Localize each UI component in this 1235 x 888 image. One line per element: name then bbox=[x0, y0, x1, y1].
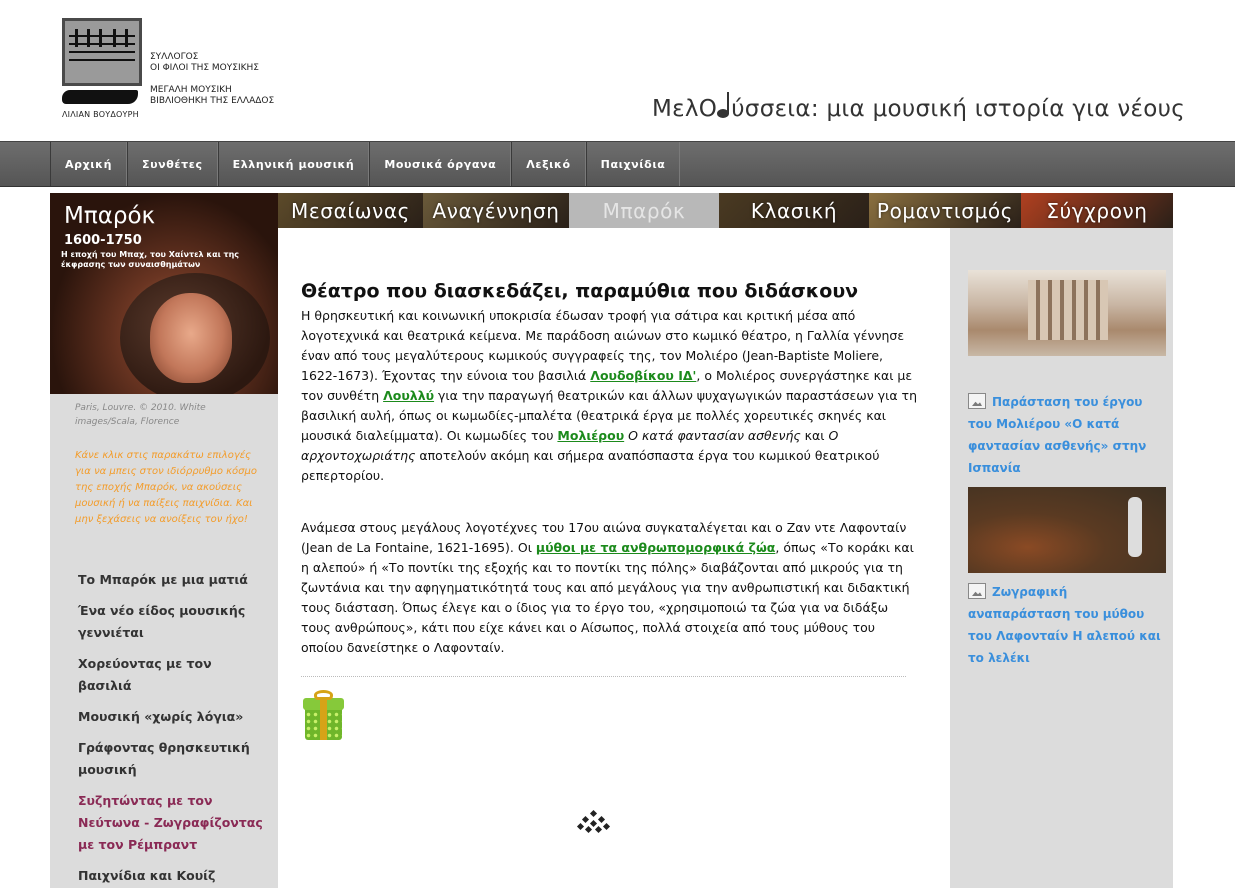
caption-theatre[interactable]: Παράσταση του έργου του Μολιέρου «Ο κατά… bbox=[968, 391, 1168, 479]
logo-name: ΛΙΛΙΑΝ ΒΟΥΔΟΥΡΗ bbox=[62, 110, 139, 119]
tab-classical[interactable]: Κλασική bbox=[719, 193, 869, 228]
left-sidebar: Μπαρόκ 1600-1750 Η εποχή του Μπαχ, του Χ… bbox=[50, 193, 278, 888]
logo-image bbox=[62, 18, 142, 86]
era-tabs: Μεσαίωνας Αναγέννηση Μπαρόκ Κλασική Ρομα… bbox=[278, 193, 1173, 228]
promo-text: Κάνε κλικ στις παρακάτω επιλογές για να … bbox=[75, 450, 257, 525]
p1-text-5: και bbox=[800, 428, 829, 443]
paragraph-2: Ανάμεσα στους μεγάλους λογοτέχνες του 17… bbox=[301, 518, 919, 658]
image-icon bbox=[968, 583, 986, 599]
site-title-start: ΜελΟ bbox=[652, 96, 718, 122]
menu-item-sacred-music[interactable]: Γράφοντας θρησκευτική μουσική bbox=[78, 737, 268, 781]
tab-romanticism[interactable]: Ρομαντισμός bbox=[869, 193, 1021, 228]
gift-icon[interactable] bbox=[303, 690, 344, 742]
tab-contemporary[interactable]: Σύγχρονη bbox=[1021, 193, 1173, 228]
content-divider bbox=[301, 676, 906, 677]
paragraph-1: Η θρησκευτική και κοινωνική υποκρισία έδ… bbox=[301, 306, 919, 486]
org-line-3: ΜΕΓΑΛΗ ΜΟΥΣΙΚΗ bbox=[150, 85, 232, 95]
nav-item-dictionary[interactable]: Λεξικό bbox=[511, 142, 586, 186]
tab-baroque-label: Μπαρόκ bbox=[602, 198, 686, 223]
theatre-performance-image[interactable] bbox=[968, 270, 1166, 356]
site-logo[interactable]: ΛΙΛΙΑΝ ΒΟΥΔΟΥΡΗ bbox=[62, 18, 144, 119]
loading-icon bbox=[576, 809, 611, 834]
image-credit: Paris, Louvre. © 2010. White images/Scal… bbox=[75, 403, 206, 427]
article-title: Θέατρο που διασκεδάζει, παραμύθια που δι… bbox=[301, 280, 859, 302]
link-fables[interactable]: μύθοι με τα ανθρωπομορφικά ζώα bbox=[536, 540, 775, 555]
site-header: ΛΙΛΙΑΝ ΒΟΥΔΟΥΡΗ ΣΥΛΛΟΓΟΣ ΟΙ ΦΙΛΟΙ ΤΗΣ ΜΟ… bbox=[0, 0, 1235, 140]
logo-brushstroke bbox=[62, 90, 138, 104]
period-banner: Μπαρόκ 1600-1750 Η εποχή του Μπαχ, του Χ… bbox=[50, 193, 278, 394]
nav-item-composers[interactable]: Συνθέτες bbox=[127, 142, 218, 186]
link-louis-xiv[interactable]: Λουδοβίκου ΙΔ' bbox=[590, 368, 696, 383]
org-line-4: ΒΙΒΛΙΟΘΗΚΗ ΤΗΣ ΕΛΛΑΔΟΣ bbox=[150, 96, 275, 106]
image-icon bbox=[968, 393, 986, 409]
menu-item-games-quiz[interactable]: Παιχνίδια και Κουίζ bbox=[78, 865, 268, 887]
portrait-face bbox=[150, 293, 232, 383]
menu-item-newton-rembrandt[interactable]: Συζητώντας με τον Νεύτωνα - Ζωγραφίζοντα… bbox=[78, 790, 268, 856]
menu-item-new-music[interactable]: Ένα νέο είδος μουσικής γεννιέται bbox=[78, 600, 268, 644]
caption-fox-stork[interactable]: Ζωγραφική αναπαράσταση του μύθου του Λαφ… bbox=[968, 581, 1168, 669]
org-line-1: ΣΥΛΛΟΓΟΣ bbox=[150, 52, 199, 62]
menu-item-instrumental[interactable]: Μουσική «χωρίς λόγια» bbox=[78, 706, 268, 728]
main-content: Θέατρο που διασκεδάζει, παραμύθια που δι… bbox=[278, 228, 950, 888]
period-title: Μπαρόκ bbox=[64, 203, 156, 229]
main-nav: Αρχική Συνθέτες Ελληνική μουσική Μουσικά… bbox=[0, 141, 1235, 187]
tab-baroque[interactable]: Μπαρόκ bbox=[569, 193, 719, 228]
nav-item-home[interactable]: Αρχική bbox=[50, 142, 128, 186]
tab-medieval-label: Μεσαίωνας bbox=[291, 198, 410, 223]
link-moliere[interactable]: Μολιέρου bbox=[557, 428, 624, 443]
site-title: ΜελΟ ύσσεια: μια μουσική ιστορία για νέου… bbox=[652, 92, 1186, 122]
nav-item-greek-music[interactable]: Ελληνική μουσική bbox=[217, 142, 370, 186]
tab-renaissance[interactable]: Αναγέννηση bbox=[423, 193, 569, 228]
tab-classical-label: Κλασική bbox=[750, 198, 838, 223]
tab-renaissance-label: Αναγέννηση bbox=[432, 198, 560, 223]
site-title-end: ύσσεια: μια μουσική ιστορία για νέους bbox=[731, 96, 1186, 122]
music-note-icon bbox=[717, 92, 731, 118]
tab-contemporary-label: Σύγχρονη bbox=[1046, 198, 1148, 223]
link-lully[interactable]: Λουλλύ bbox=[383, 388, 434, 403]
menu-item-dancing-king[interactable]: Χορεύοντας με τον βασιλιά bbox=[78, 653, 268, 697]
period-subtitle: Η εποχή του Μπαχ, του Χαίντελ και της έκ… bbox=[61, 250, 240, 269]
section-menu: Το Μπαρόκ με μια ματιά Ένα νέο είδος μου… bbox=[78, 569, 268, 888]
nav-item-games[interactable]: Παιχνίδια bbox=[585, 142, 681, 186]
nav-item-instruments[interactable]: Μουσικά όργανα bbox=[369, 142, 512, 186]
tab-medieval[interactable]: Μεσαίωνας bbox=[278, 193, 423, 228]
work-title-1: Ο κατά φαντασίαν ασθενής bbox=[628, 428, 801, 443]
right-sidebar: Παράσταση του έργου του Μολιέρου «Ο κατά… bbox=[950, 228, 1173, 888]
caption-fox-stork-text: Ζωγραφική αναπαράσταση του μύθου του Λαφ… bbox=[968, 585, 1161, 665]
caption-theatre-text: Παράσταση του έργου του Μολιέρου «Ο κατά… bbox=[968, 395, 1147, 475]
p2-text-2: , όπως «Το κοράκι και η αλεπού» ή «Το πο… bbox=[301, 540, 914, 655]
menu-item-overview[interactable]: Το Μπαρόκ με μια ματιά bbox=[78, 569, 268, 591]
org-line-2: ΟΙ ΦΙΛΟΙ ΤΗΣ ΜΟΥΣΙΚΗΣ bbox=[150, 63, 259, 73]
period-years: 1600-1750 bbox=[64, 233, 142, 248]
tab-romanticism-label: Ρομαντισμός bbox=[876, 198, 1014, 223]
fox-stork-painting-image[interactable] bbox=[968, 487, 1166, 573]
